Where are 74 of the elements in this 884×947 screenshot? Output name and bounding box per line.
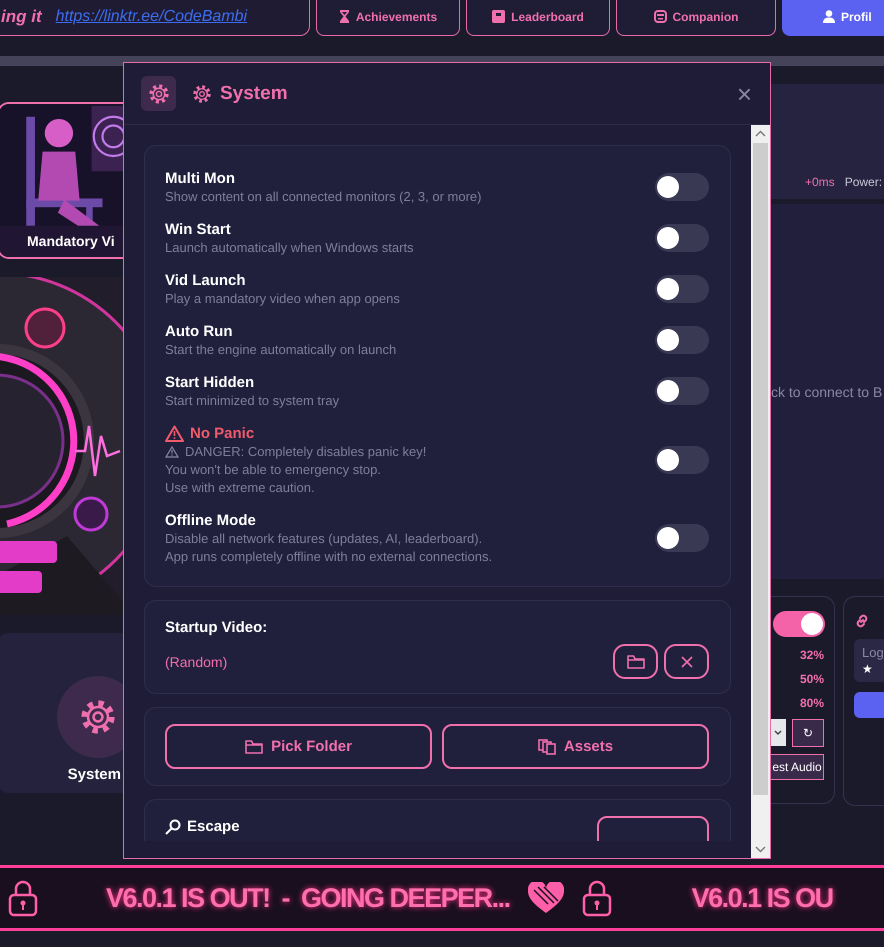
toggle-switch[interactable] (655, 275, 709, 303)
setting-description: Start the engine automatically on launch (165, 341, 396, 359)
padlock-icon (582, 879, 612, 917)
ticker-text: V6.0.1 IS OU (692, 882, 833, 914)
setting-title: Multi Mon (165, 170, 235, 186)
setting-title: Offline Mode (165, 512, 256, 528)
test-audio-button[interactable]: est Audio (770, 754, 824, 780)
folder-icon (245, 738, 264, 754)
warning-icon (165, 424, 184, 442)
copies-icon (538, 738, 556, 754)
setting-description: Play a mandatory video when app opens (165, 290, 400, 308)
toggle-switch[interactable] (655, 173, 709, 201)
hourglass-icon (338, 10, 350, 23)
login-label: Log (862, 645, 884, 660)
toggle-switch[interactable] (655, 524, 709, 552)
setting-title: Auto Run (165, 322, 232, 340)
setting-description: DANGER: Completely disables panic key! (185, 443, 426, 461)
volume-reading: 80% (800, 695, 824, 712)
nav-button[interactable]: Profil (782, 0, 884, 36)
setting-description: Use with extreme caution. (165, 479, 315, 497)
profile-link[interactable]: https://linktr.ee/CodeBambi (56, 8, 248, 26)
video-card-title: Mandatory Vi (27, 233, 115, 249)
person-icon (823, 10, 835, 23)
ticker-text: V6.0.1 IS OUT! - GOING DEEPER... (106, 882, 510, 914)
padlock-icon (8, 879, 38, 917)
scrollbar[interactable] (751, 125, 770, 858)
nav-button[interactable]: Companion (616, 0, 776, 36)
gear-icon (148, 82, 170, 104)
toggle-switch[interactable] (655, 224, 709, 252)
clear-button[interactable] (664, 644, 709, 679)
close-button[interactable]: × (734, 80, 754, 106)
dialog-title: System (220, 82, 288, 104)
system-tile-label: System (68, 766, 121, 783)
promo-text: ing it (1, 6, 42, 26)
setting-title: Vid Launch (165, 272, 246, 288)
chevron-icon (774, 730, 782, 736)
robot-icon (654, 10, 666, 23)
board-icon (492, 10, 506, 23)
audio-toggle[interactable] (773, 611, 825, 637)
setting-title: No Panic (190, 424, 254, 442)
setting-description: Show content on all connected monitors (2, 3, or more) (165, 188, 482, 206)
setting-description: Launch automatically when Windows starts (165, 239, 414, 257)
setting-description: Disable all network features (updates, AI, leaderboard). (165, 530, 482, 548)
heart-icon (528, 882, 564, 914)
action-button[interactable]: Assets (442, 724, 709, 769)
action-button[interactable]: Pick Folder (165, 724, 432, 769)
setting-description: App runs completely offline with no external connections. (165, 548, 492, 566)
close-icon (680, 656, 692, 668)
browse-button[interactable] (613, 644, 658, 679)
warning-icon (165, 446, 179, 458)
nav-button[interactable]: Achievements (316, 0, 460, 36)
gear-icon (192, 84, 212, 104)
nav-button[interactable]: Leaderboard (466, 0, 610, 36)
escape-label: Escape (187, 818, 240, 835)
toggle-switch[interactable] (655, 326, 709, 354)
startup-video-value: (Random) (165, 654, 228, 670)
toggle-switch[interactable] (655, 377, 709, 405)
link-icon (854, 613, 870, 629)
setting-title: Win Start (165, 220, 231, 238)
latency-value: +0ms (805, 175, 835, 189)
startup-video-label: Startup Video: (165, 619, 268, 636)
toggle-switch[interactable] (655, 446, 709, 474)
refresh-button[interactable]: ↻ (792, 719, 824, 747)
connect-hint: ck to connect to B (771, 384, 882, 400)
star-text: ★ (862, 662, 874, 676)
power-label: Power: (844, 175, 882, 189)
volume-reading: 50% (800, 671, 824, 688)
folder-icon (626, 654, 644, 670)
volume-reading: 32% (800, 647, 824, 664)
setting-description: You won't be able to emergency stop. (165, 461, 381, 479)
setting-title: Start Hidden (165, 374, 254, 390)
gear-icon (79, 698, 117, 736)
device-dropdown[interactable] (770, 719, 786, 746)
setting-description: Start minimized to system tray (165, 392, 340, 410)
